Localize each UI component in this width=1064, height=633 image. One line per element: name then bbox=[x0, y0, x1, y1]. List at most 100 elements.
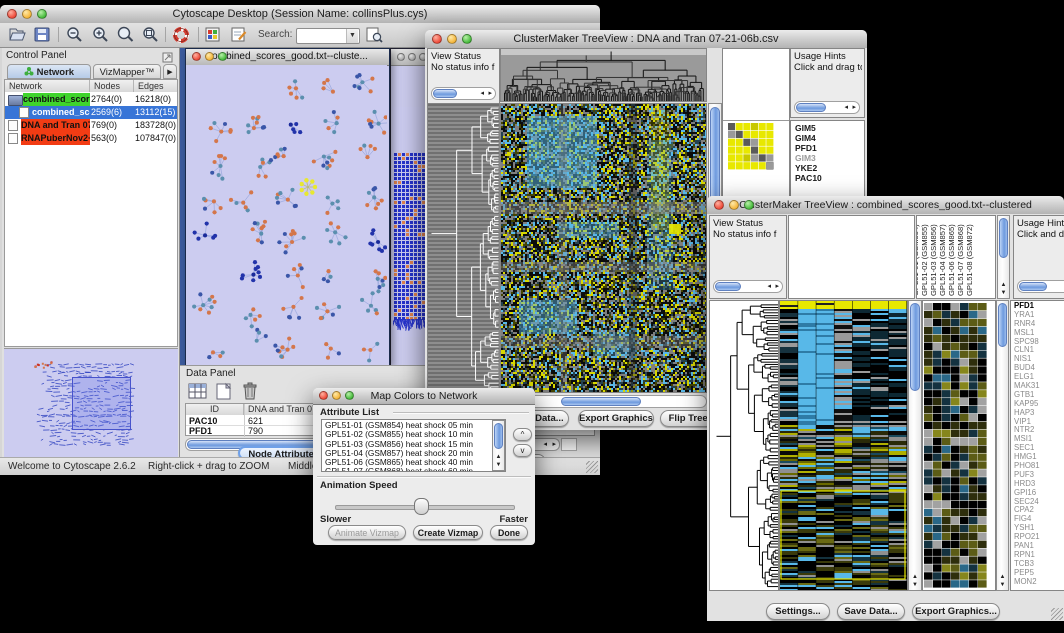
close-button[interactable] bbox=[192, 52, 201, 61]
scrollbar-thumb[interactable] bbox=[433, 89, 457, 98]
gene-label[interactable]: PFD1 bbox=[791, 143, 864, 153]
vizmapper-icon[interactable] bbox=[204, 26, 223, 44]
search-options-icon[interactable] bbox=[365, 26, 384, 44]
dialog-titlebar[interactable]: Map Colors to Network bbox=[313, 388, 535, 405]
gene-label[interactable]: PAC10 bbox=[791, 173, 864, 183]
col-header-id[interactable]: ID bbox=[186, 404, 244, 415]
resize-grip[interactable] bbox=[586, 461, 598, 473]
column-dendrogram-canvas[interactable] bbox=[501, 49, 706, 101]
move-up-button[interactable]: ^ bbox=[513, 428, 532, 441]
zoom-button[interactable] bbox=[345, 391, 354, 400]
col-header-network[interactable]: Network bbox=[5, 80, 90, 92]
minimize-button[interactable] bbox=[408, 53, 416, 61]
help-lifering-icon[interactable] bbox=[172, 26, 191, 44]
zoom-heatmap-panel[interactable] bbox=[922, 300, 996, 591]
network-view-controls[interactable] bbox=[192, 52, 227, 61]
dense-network-canvas[interactable] bbox=[393, 107, 429, 337]
network-canvas[interactable] bbox=[186, 65, 387, 364]
gene-label[interactable]: GIM5 bbox=[791, 123, 864, 133]
minimize-button[interactable] bbox=[22, 9, 32, 19]
list-vscrollbar[interactable]: ▲ ▼ bbox=[492, 420, 505, 471]
zoom-button[interactable] bbox=[37, 9, 47, 19]
move-down-button[interactable]: v bbox=[513, 444, 532, 457]
close-button[interactable] bbox=[397, 53, 405, 61]
attribute-listbox[interactable]: GPL51-01 (GSM854) heat shock 05 minGPL51… bbox=[321, 419, 506, 472]
speed-slider-thumb[interactable] bbox=[414, 498, 429, 515]
zoom-selected-icon[interactable] bbox=[116, 26, 135, 44]
scrollbar-thumb[interactable] bbox=[999, 218, 1008, 258]
scroll-down-arrow[interactable]: ▼ bbox=[998, 290, 1009, 297]
close-button[interactable] bbox=[432, 34, 442, 44]
save-session-icon[interactable] bbox=[33, 26, 52, 44]
birdseye-view[interactable] bbox=[4, 348, 178, 462]
scrollbar-thumb[interactable] bbox=[1019, 282, 1047, 291]
scroll-up-arrow[interactable]: ▲ bbox=[493, 454, 504, 461]
open-session-icon[interactable] bbox=[8, 26, 27, 44]
scroll-left-arrow[interactable]: ◂ bbox=[480, 89, 484, 99]
scroll-left-arrow[interactable]: ◂ bbox=[767, 282, 771, 292]
zoom-heatmap-canvas[interactable] bbox=[728, 123, 774, 170]
export-graphics-button[interactable]: Export Graphics... bbox=[912, 603, 1000, 620]
attribute-item[interactable]: GPL51-07 (GSM868) heat shock 60 min bbox=[322, 467, 490, 472]
scrollbar-thumb[interactable] bbox=[561, 397, 641, 406]
minimize-button[interactable] bbox=[332, 391, 341, 400]
scroll-down-arrow[interactable]: ▼ bbox=[493, 462, 504, 469]
zoom-button[interactable] bbox=[462, 34, 472, 44]
minimize-button[interactable] bbox=[447, 34, 457, 44]
scrollbar-thumb[interactable] bbox=[715, 282, 741, 291]
zoom-button[interactable] bbox=[744, 200, 754, 210]
row-dendrogram-panel[interactable] bbox=[709, 300, 779, 591]
view-status-scrollbar[interactable]: ◂ ▸ bbox=[713, 280, 783, 293]
close-button[interactable] bbox=[319, 391, 328, 400]
network-row[interactable]: combined_scores 2764(0) 16218(0) bbox=[5, 93, 177, 106]
scroll-right-arrow[interactable]: ▸ bbox=[488, 89, 492, 99]
scrollbar-thumb[interactable] bbox=[998, 303, 1007, 347]
tab-overflow-button[interactable]: ▶ bbox=[163, 64, 177, 79]
row-dendrogram-canvas[interactable] bbox=[710, 301, 778, 590]
tab-network[interactable]: Network bbox=[7, 64, 91, 79]
birdseye-canvas[interactable] bbox=[4, 349, 178, 461]
usage-hints-scrollbar[interactable] bbox=[1017, 280, 1064, 293]
tab-vizmapper[interactable]: VizMapper™ bbox=[93, 64, 161, 79]
window-controls[interactable] bbox=[7, 9, 47, 19]
scroll-up-arrow[interactable]: ▲ bbox=[997, 574, 1008, 581]
close-button[interactable] bbox=[7, 9, 17, 19]
network-view-titlebar[interactable]: combined_scores_good.txt--cluste... bbox=[186, 49, 389, 66]
scroll-right-arrow[interactable]: ▸ bbox=[852, 103, 856, 113]
network-row-selected[interactable]: combined_sco 2569(6) 13112(15) bbox=[5, 106, 177, 119]
done-button[interactable]: Done bbox=[490, 525, 528, 540]
treeview-combined-titlebar[interactable]: ClusterMaker TreeView : combined_scores_… bbox=[707, 196, 1064, 215]
zoom-in-icon[interactable] bbox=[91, 26, 110, 44]
row-dendrogram-canvas[interactable] bbox=[428, 104, 499, 392]
column-dendrogram-panel[interactable] bbox=[500, 48, 707, 102]
zoom-heatmap-canvas[interactable] bbox=[924, 303, 987, 588]
scrollbar-thumb[interactable] bbox=[796, 103, 826, 112]
save-data-button[interactable]: Save Data... bbox=[837, 603, 905, 620]
usage-hints-scrollbar[interactable]: ◂ ▸ bbox=[794, 101, 860, 114]
scroll-right-arrow[interactable]: ▸ bbox=[775, 282, 779, 292]
gene-label[interactable]: GIM3 bbox=[791, 153, 864, 163]
scroll-down-arrow[interactable]: ▼ bbox=[909, 582, 921, 589]
scroll-up-arrow[interactable]: ▲ bbox=[909, 574, 921, 581]
view-status-scrollbar[interactable]: ◂ ▸ bbox=[431, 87, 496, 100]
scroll-down-arrow[interactable]: ▼ bbox=[997, 582, 1008, 589]
labels-vscrollbar[interactable]: ▲ ▼ bbox=[997, 215, 1010, 299]
treeview-dna-titlebar[interactable]: ClusterMaker TreeView : DNA and Tran 07-… bbox=[425, 30, 867, 49]
row-dendrogram-panel[interactable] bbox=[427, 103, 500, 393]
column-dendrogram-panel[interactable] bbox=[788, 215, 915, 299]
scroll-right-arrow[interactable]: ▸ bbox=[552, 440, 556, 450]
gene-label[interactable]: MON2 bbox=[1011, 578, 1064, 587]
export-graphics-button[interactable]: Export Graphics... bbox=[578, 410, 654, 427]
genes-vscrollbar[interactable]: ▲ ▼ bbox=[996, 300, 1009, 591]
minimize-button[interactable] bbox=[205, 52, 214, 61]
network-row[interactable]: RNAPuberNov2+ 563(0) 107847(0) bbox=[5, 132, 177, 145]
heatmap-panel[interactable] bbox=[500, 103, 707, 393]
cytoscape-titlebar[interactable]: Cytoscape Desktop (Session Name: collins… bbox=[0, 5, 600, 24]
zoom-out-icon[interactable] bbox=[65, 26, 84, 44]
scrollbar-thumb[interactable] bbox=[494, 423, 503, 449]
search-dropdown-arrow[interactable]: ▼ bbox=[346, 29, 358, 43]
zoom-button[interactable] bbox=[218, 52, 227, 61]
annotation-icon[interactable] bbox=[230, 26, 249, 44]
scroll-left-arrow[interactable]: ◂ bbox=[543, 440, 547, 450]
col-header-nodes[interactable]: Nodes bbox=[90, 80, 134, 92]
